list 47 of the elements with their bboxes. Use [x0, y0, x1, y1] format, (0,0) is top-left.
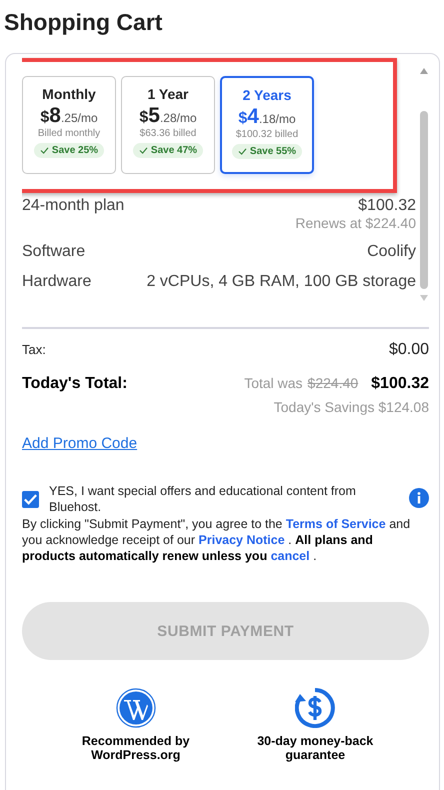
scroll-up-icon[interactable]: [420, 68, 428, 74]
plan-option[interactable]: Monthly $8.25/mo Billed monthly Save 25%: [22, 76, 116, 174]
check-icon: [138, 147, 148, 154]
badge-text: Recommended by WordPress.org: [80, 734, 191, 762]
tax-label: Tax:: [22, 342, 46, 357]
renewal-price: Renews at $224.40: [295, 215, 416, 231]
legal-link[interactable]: cancel: [270, 549, 310, 563]
spec-value: 2 vCPUs, 4 GB RAM, 100 GB storage: [146, 273, 416, 291]
legal-link[interactable]: Privacy Notice: [198, 533, 285, 547]
previous-total-label: Total was: [244, 375, 303, 391]
plan-option[interactable]: 1 Year $5.28/mo $63.36 billed Save 47%: [121, 76, 215, 174]
plan-name: Monthly: [42, 86, 96, 102]
spec-value: Coolify: [367, 243, 416, 261]
savings-text: Save 25%: [52, 145, 98, 156]
badge-text: 30-day money-back guarantee: [256, 734, 374, 762]
money-back-icon: [295, 688, 336, 728]
legal-notice: By clicking "Submit Payment", you agree to the Terms of Service and you acknowledge receipt of our Privacy Notice . All plans and products automatically renew unless you cancel .: [22, 516, 412, 564]
plan-price: $8.25/mo: [40, 104, 98, 128]
savings-amount: Today's Savings $124.08: [274, 399, 429, 415]
spec-label: Hardware: [22, 273, 92, 291]
billed-text: Billed monthly: [38, 128, 100, 139]
offers-checkbox[interactable]: [22, 491, 39, 508]
plan-name: 1 Year: [147, 86, 188, 102]
plan-cost: $100.32: [358, 197, 416, 215]
plan-price: $4.18/mo: [238, 105, 296, 129]
previous-total: $224.40: [308, 375, 358, 391]
plan-name: 2 Years: [242, 87, 292, 103]
page-title: Shopping Cart: [3, 8, 164, 37]
check-icon: [238, 148, 247, 155]
billed-text: $63.36 billed: [140, 128, 196, 139]
promo-code-link[interactable]: Add Promo Code: [22, 435, 138, 452]
total-label: Today's Total:: [22, 375, 128, 393]
check-icon: [40, 147, 49, 154]
plan-option[interactable]: 2 Years $4.18/mo $100.32 billed Save 55%: [220, 76, 314, 174]
spec-label: Software: [22, 243, 86, 261]
total-amount: $100.32: [371, 375, 429, 393]
scroll-down-icon[interactable]: [420, 295, 428, 301]
billed-text: $100.32 billed: [236, 129, 298, 140]
info-icon[interactable]: [409, 488, 429, 508]
plan-price: $5.28/mo: [139, 104, 197, 128]
plan-label: 24-month plan: [22, 197, 124, 215]
offers-label: YES, I want special offers and educational content from Bluehost.: [49, 483, 357, 515]
legal-link[interactable]: Terms of Service: [286, 517, 386, 531]
tax-value: $0.00: [388, 341, 429, 359]
wordpress-logo-icon: [116, 688, 156, 728]
savings-text: Save 47%: [150, 145, 198, 156]
savings-text: Save 55%: [250, 146, 296, 157]
